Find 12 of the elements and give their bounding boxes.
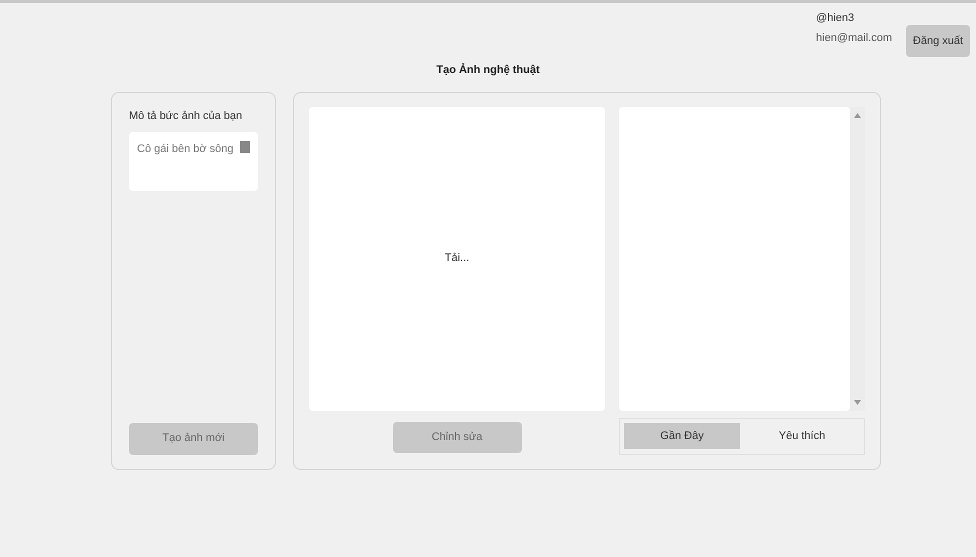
prompt-label: Mô tả bức ảnh của bạn (129, 108, 244, 124)
loading-text: Tải... (444, 251, 470, 266)
page-title: Tạo Ảnh nghệ thuật (436, 62, 540, 78)
gallery-tab[interactable]: Gần Đây (624, 423, 740, 449)
prompt-field[interactable]: Cô gái bên bờ sông (129, 132, 258, 191)
scroll-up-icon[interactable] (854, 112, 861, 118)
logout-button[interactable]: Đăng xuất (906, 25, 970, 57)
gallery-tab[interactable]: Yêu thích (744, 423, 860, 449)
scroll-down-icon[interactable] (854, 400, 861, 404)
user-email: hien@mail.com (816, 30, 892, 46)
username: @hien3 (816, 11, 856, 26)
scrollbar[interactable] (850, 106, 865, 410)
